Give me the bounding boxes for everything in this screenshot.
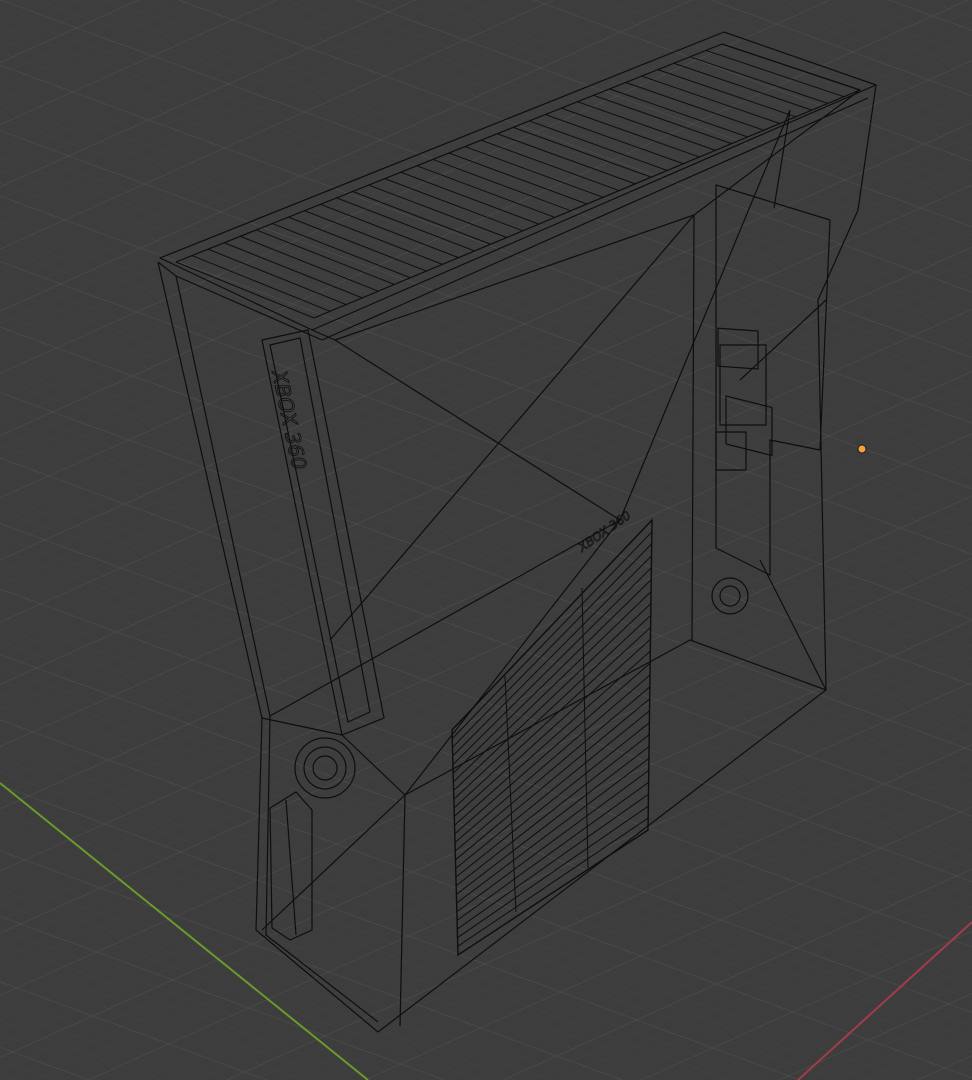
3d-viewport[interactable]: XBOX 360 XBOX 360 — [0, 0, 972, 1080]
light-object-point[interactable] — [857, 444, 867, 454]
viewport-canvas[interactable]: XBOX 360 XBOX 360 — [0, 0, 972, 1080]
